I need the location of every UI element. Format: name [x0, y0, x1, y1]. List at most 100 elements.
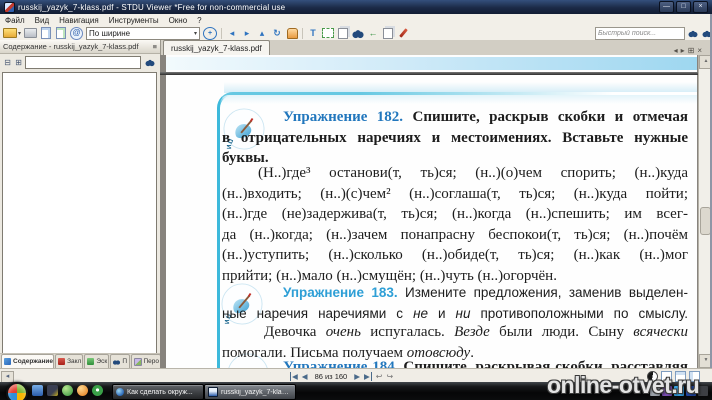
previous-page-button[interactable]: ◀ [302, 372, 308, 381]
pages-icon [338, 27, 349, 39]
document-tab-bar: russkij_yazyk_7-klass.pdf ◂ ▸ ⊞ × [160, 40, 712, 56]
window-titlebar: russkij_yazyk_7-klass.pdf - STDU Viewer … [0, 0, 712, 14]
select-region-button[interactable] [322, 27, 335, 39]
print-button[interactable] [24, 27, 38, 39]
tab-list-button[interactable]: ⊞ [688, 46, 695, 55]
select-text-button[interactable]: T [307, 27, 319, 39]
page-icon [56, 27, 67, 39]
last-page-button[interactable]: ▶ [364, 371, 372, 381]
copy-button[interactable] [382, 27, 394, 39]
page-icon [41, 27, 52, 39]
main-toolbar: ▾ @ По ширине ▾ + ◂ ▸ ▴ ↻ T ← [0, 26, 712, 41]
sidebar-toolbar: ⊟ ⊞ [0, 54, 160, 71]
orange-orb-icon[interactable] [77, 385, 88, 396]
thumbnails-icon [87, 358, 95, 365]
menu-item-help[interactable]: ? [192, 16, 206, 25]
go-back-button[interactable]: ← [367, 27, 379, 39]
next-page-button[interactable]: ▶ [354, 372, 360, 381]
stdu-viewer-window: russkij_yazyk_7-klass.pdf - STDU Viewer … [0, 0, 712, 400]
sidebar-panel-tabs: Содержание Закл Эск П Перо [0, 353, 162, 368]
sidebar-header-title: Содержание - russkij_yazyk_7-klass.pdf [3, 42, 139, 51]
rotate-button[interactable]: ↻ [271, 27, 283, 39]
chevron-down-icon: ▾ [18, 30, 22, 37]
contents-sidebar: Содержание - russkij_yazyk_7-klass.pdf ≡… [0, 40, 162, 368]
media-player-icon[interactable] [47, 385, 58, 396]
panel-tab-thumbnails[interactable]: Эск [84, 354, 110, 368]
collapse-all-button[interactable]: ⊟ [3, 56, 12, 70]
marker-icon [398, 28, 408, 38]
email-icon: @ [70, 26, 84, 40]
contents-filter-input[interactable] [25, 56, 141, 69]
start-button[interactable] [6, 382, 28, 400]
minimize-button[interactable]: — [659, 1, 674, 13]
export-image-button[interactable] [40, 27, 52, 39]
taskbar-button-browser[interactable]: Как сделать окруж... [112, 384, 204, 400]
export-text-button[interactable] [55, 27, 67, 39]
panel-tab-search[interactable]: П [110, 354, 130, 368]
window-title: russkij_yazyk_7-klass.pdf - STDU Viewer … [18, 2, 286, 12]
sidebar-header: Содержание - russkij_yazyk_7-klass.pdf ≡ [0, 40, 160, 54]
search-button[interactable] [352, 27, 365, 39]
taskbar-button-stdu[interactable]: russkij_yazyk_7-klass.... [204, 384, 296, 400]
first-page-button[interactable]: ◀ [290, 371, 298, 381]
menu-item-navigation[interactable]: Навигация [54, 16, 104, 25]
plus-icon: + [207, 29, 213, 37]
green-orb-icon[interactable] [62, 385, 73, 396]
page-indicator[interactable]: 86 из 160 [312, 372, 351, 381]
quick-search-prev-button[interactable] [687, 27, 699, 39]
menu-item-file[interactable]: Файл [0, 16, 30, 25]
arrow-right-icon: ▸ [244, 27, 250, 38]
menu-item-window[interactable]: Окно [164, 16, 193, 25]
green-shield-icon[interactable] [92, 385, 103, 396]
bookmark-icon [58, 358, 66, 365]
maximize-button[interactable]: □ [676, 1, 691, 13]
panel-tab-pen[interactable]: Перо [130, 354, 161, 368]
hand-tool-button[interactable] [286, 27, 298, 39]
expand-all-button[interactable]: ⊞ [14, 56, 23, 70]
highlighter-button[interactable] [397, 27, 409, 39]
close-document-button[interactable]: × [697, 46, 702, 55]
page-navigation: ◀ ◀ 86 из 160 ▶ ▶ ↩ ↪ [290, 370, 393, 382]
tab-document[interactable]: russkij_yazyk_7-klass.pdf [163, 40, 270, 55]
close-button[interactable]: × [693, 1, 708, 13]
exercise-number: Упражнение 184. [283, 359, 399, 368]
next-view-button[interactable]: ▸ [241, 27, 253, 39]
arrow-up-icon: ▴ [259, 27, 265, 38]
history-back-button[interactable]: ↩ [376, 372, 383, 381]
contents-tree[interactable] [2, 72, 157, 355]
exercise-number: Упражнение 183. [283, 285, 398, 300]
panel-tab-contents[interactable]: Содержание [1, 354, 55, 368]
next-tab-button[interactable]: ▸ [681, 46, 685, 55]
send-email-button[interactable]: @ [70, 26, 84, 40]
open-button[interactable]: ▾ [3, 27, 21, 39]
menu-item-tools[interactable]: Инструменты [104, 16, 164, 25]
blue-app-icon[interactable] [32, 385, 43, 396]
exercise-number: Упражнение 182. [283, 109, 404, 125]
rotate-icon: ↻ [273, 27, 281, 38]
page-up-button[interactable]: ▴ [256, 27, 268, 39]
hand-icon [286, 27, 298, 39]
previous-view-button[interactable]: ◂ [226, 27, 238, 39]
exercise-182-heading: Упражнение 182. Спишите, раскрыв скобки … [222, 109, 688, 166]
tray-icon[interactable] [698, 386, 708, 396]
contents-search-button[interactable] [143, 56, 157, 70]
exercise-183-heading: Упражнение 183. Измените предложения, за… [222, 285, 688, 321]
zoom-mode-select[interactable]: По ширине ▾ [86, 26, 201, 40]
history-forward-button[interactable]: ↪ [386, 372, 393, 381]
watermark: online-otvet.ru [547, 372, 700, 398]
previous-page-bottom [166, 55, 697, 72]
document-view: ПИСЬМЕННО ПИСЬМЕННО ПИСЬМЕННО [160, 55, 698, 368]
panel-menu-icon[interactable]: ≡ [153, 42, 157, 51]
printer-icon [24, 28, 38, 38]
text-select-icon: T [310, 27, 316, 38]
tab-label: russkij_yazyk_7-klass.pdf [171, 43, 262, 53]
binoculars-icon [113, 358, 121, 365]
quick-search-input[interactable] [595, 26, 685, 40]
zoom-in-button[interactable]: + [203, 26, 218, 40]
chevron-down-icon: ▾ [194, 30, 198, 37]
pages-button[interactable] [337, 27, 349, 39]
panel-tab-bookmarks[interactable]: Закл [55, 354, 84, 368]
contents-icon [4, 358, 11, 365]
prev-tab-button[interactable]: ◂ [674, 46, 678, 55]
menu-item-view[interactable]: Вид [30, 16, 54, 25]
